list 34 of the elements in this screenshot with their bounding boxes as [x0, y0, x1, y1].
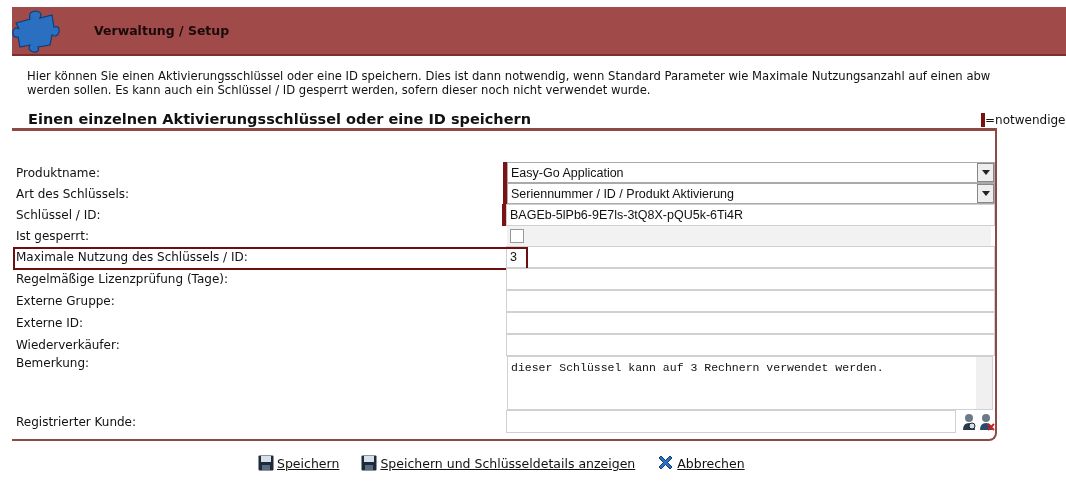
dropdown[interactable]: Easy-Go Application	[507, 162, 995, 183]
description-text: werden sollen. Es kann auch ein Schlüssel / ID gesperrt werden, sofern dieser noch nicht verwendet wurde.	[27, 83, 652, 97]
input-field[interactable]	[506, 410, 956, 433]
input-field[interactable]	[506, 312, 995, 334]
legend-text: =notwendige	[985, 113, 1066, 127]
input-field[interactable]	[506, 268, 995, 290]
checkbox[interactable]	[510, 229, 524, 243]
field-label: Art des Schlüssels:	[15, 186, 130, 201]
input-field[interactable]: BAGEb-5lPb6-9E7ls-3tQ8X-pQU5k-6Ti4R	[506, 204, 995, 226]
description-text: Hier können Sie einen Aktivierungsschlüssel oder eine ID speichern. Dies ist dann notwendig, wenn Standard Parameter wie Maximale Nutzungsanzahl auf einen abw	[27, 70, 992, 84]
field-label: Produktname:	[15, 165, 101, 180]
input-field[interactable]: 3	[506, 246, 995, 268]
field-label: Bemerkung:	[15, 356, 91, 370]
field-label: Ist gesperrt:	[15, 229, 90, 243]
field-label: Schlüssel / ID:	[15, 208, 102, 222]
save-link[interactable]: Speichern und Schlüsseldetails anzeigen	[361, 454, 636, 471]
puzzle-piece-icon	[12, 8, 60, 53]
save-link[interactable]: Speichern	[258, 454, 340, 471]
field-label: Regelmäßige Lizenzprüfung (Tage):	[15, 272, 229, 286]
cross-icon	[657, 454, 675, 471]
cancel-link[interactable]: Abbrechen	[657, 454, 745, 471]
field-label: Maximale Nutzung des Schlüssels / ID:	[15, 250, 249, 264]
text-area[interactable]: dieser Schlüssel kann auf 3 Rechnern verwendet werden.	[507, 356, 993, 410]
user-search-icon[interactable]	[962, 412, 977, 431]
field-label: Externe ID:	[15, 316, 85, 330]
dropdown[interactable]: Seriennummer / ID / Produkt Aktivierung	[507, 183, 995, 204]
page-title: Verwaltung / Setup	[94, 23, 230, 38]
input-field[interactable]	[506, 334, 995, 356]
field-label: Wiederverkäufer:	[15, 338, 121, 352]
user-remove-icon[interactable]	[980, 412, 995, 431]
field-label: Externe Gruppe:	[15, 294, 116, 308]
required-marker	[981, 113, 985, 127]
input-field[interactable]	[506, 290, 995, 312]
field-label: Registrierter Kunde:	[15, 414, 138, 429]
